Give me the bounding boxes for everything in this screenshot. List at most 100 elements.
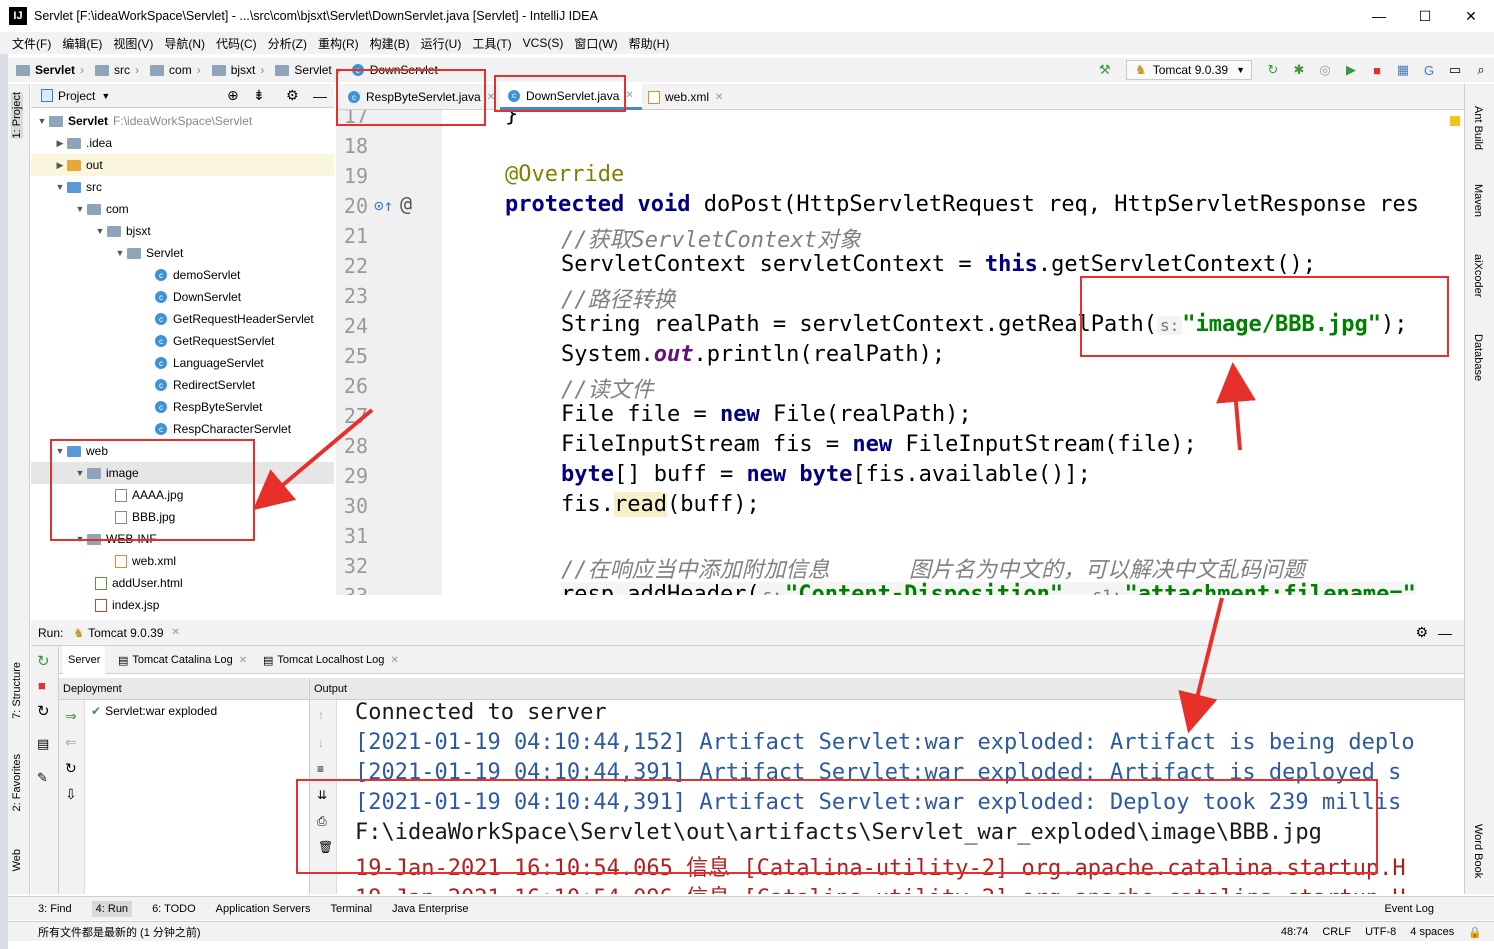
undeploy-icon[interactable]: ⇐ bbox=[65, 734, 77, 751]
deploy-icon[interactable]: ⇒ bbox=[65, 708, 77, 725]
locate-icon[interactable]: ⊕ bbox=[227, 87, 239, 104]
file-encoding[interactable]: UTF-8 bbox=[1365, 926, 1396, 938]
profile-icon[interactable]: ▶ bbox=[1343, 62, 1359, 78]
tool-maven[interactable]: Maven bbox=[1472, 184, 1484, 217]
menu-edit[interactable]: 编辑(E) bbox=[62, 35, 102, 52]
breadcrumb-com[interactable]: com › bbox=[150, 63, 206, 77]
subtab-catalina-log[interactable]: ▤ Tomcat Catalina Log ✕ bbox=[113, 646, 252, 674]
line-separator[interactable]: CRLF bbox=[1322, 926, 1351, 938]
tree-item-web-inf[interactable]: ▼ WEB-INF bbox=[31, 528, 334, 550]
tool-event-log[interactable]: Event Log bbox=[1384, 903, 1434, 915]
tree-item-servlet-pkg[interactable]: ▼ Servlet bbox=[31, 242, 334, 264]
tree-item-web[interactable]: ▼ web bbox=[31, 440, 334, 462]
menu-analyze[interactable]: 分析(Z) bbox=[268, 35, 307, 52]
tool-terminal[interactable]: Terminal bbox=[330, 903, 372, 915]
rerun-icon[interactable]: ↻ bbox=[1265, 62, 1281, 78]
subtab-localhost-log[interactable]: ▤ Tomcat Localhost Log ✕ bbox=[258, 646, 404, 674]
hide-panel-icon[interactable]: — bbox=[1438, 625, 1452, 641]
menu-navigate[interactable]: 导航(N) bbox=[164, 35, 205, 52]
tool-database[interactable]: Database bbox=[1472, 334, 1484, 381]
tree-item-adduser-html[interactable]: addUser.html bbox=[31, 572, 334, 594]
translate-icon[interactable]: G bbox=[1421, 62, 1437, 78]
close-tab-icon[interactable]: ✕ bbox=[239, 655, 247, 666]
print-icon[interactable]: ⎙ bbox=[317, 814, 327, 829]
close-tab-icon[interactable]: ✕ bbox=[390, 655, 398, 666]
tool-run[interactable]: 4: Run bbox=[91, 900, 133, 917]
tree-item-getrequestheaderservlet[interactable]: c GetRequestHeaderServlet bbox=[31, 308, 334, 330]
menu-help[interactable]: 帮助(H) bbox=[629, 35, 670, 52]
breadcrumb-downservlet[interactable]: c DownServlet bbox=[351, 63, 438, 77]
breadcrumb-bjsxt[interactable]: bjsxt › bbox=[211, 63, 270, 77]
tree-item-bjsxt[interactable]: ▼ bjsxt bbox=[31, 220, 334, 242]
tree-item-web-xml[interactable]: web.xml bbox=[31, 550, 334, 572]
tool-project[interactable]: 1: Project bbox=[11, 92, 23, 139]
menu-view[interactable]: 视图(V) bbox=[113, 35, 153, 52]
hide-panel-icon[interactable]: — bbox=[313, 88, 327, 104]
menu-run[interactable]: 运行(U) bbox=[421, 35, 462, 52]
menu-build[interactable]: 构建(B) bbox=[370, 35, 410, 52]
artifact-icon[interactable]: ⇩ bbox=[65, 786, 77, 803]
menu-window[interactable]: 窗口(W) bbox=[574, 35, 617, 52]
scroll-to-end-icon[interactable]: ⇊ bbox=[317, 788, 327, 802]
close-tab-icon[interactable]: ✕ bbox=[487, 92, 495, 103]
tool-find[interactable]: 3: Find bbox=[38, 903, 72, 915]
tree-root[interactable]: ▼ Servlet F:\ideaWorkSpace\Servlet bbox=[31, 110, 334, 132]
console-output[interactable]: Connected to server [2021-01-19 04:10:44… bbox=[337, 700, 1464, 894]
tool-word-book[interactable]: Word Book bbox=[1472, 824, 1484, 878]
menu-code[interactable]: 代码(C) bbox=[216, 35, 257, 52]
tree-item-languageservlet[interactable]: c LanguageServlet bbox=[31, 352, 334, 374]
override-marker-icon[interactable]: ⊙↑ bbox=[374, 196, 393, 215]
tree-item-getrequestservlet[interactable]: c GetRequestServlet bbox=[31, 330, 334, 352]
tree-item-aaaa-jpg[interactable]: AAAA.jpg bbox=[31, 484, 334, 506]
gear-icon[interactable]: ⚙ bbox=[1415, 624, 1428, 641]
breadcrumb-src[interactable]: src › bbox=[95, 63, 144, 77]
breadcrumb-servlet[interactable]: Servlet › bbox=[275, 63, 345, 77]
tool-web[interactable]: Web bbox=[11, 849, 23, 871]
indent-setting[interactable]: 4 spaces bbox=[1410, 926, 1454, 938]
coverage-icon[interactable]: ◎ bbox=[1317, 62, 1333, 78]
chevron-down-icon[interactable]: ▼ bbox=[101, 91, 110, 101]
close-tab-icon[interactable]: ✕ bbox=[625, 90, 633, 101]
tool-aixcoder[interactable]: aiXcoder bbox=[1472, 254, 1484, 297]
refresh-icon[interactable]: ↻ bbox=[65, 760, 77, 777]
stop-icon[interactable]: ■ bbox=[1369, 62, 1385, 78]
tool-favorites[interactable]: 2: Favorites bbox=[11, 754, 23, 811]
tree-item-src[interactable]: ▼ src bbox=[31, 176, 334, 198]
menu-refactor[interactable]: 重构(R) bbox=[318, 35, 359, 52]
update-icon[interactable]: ↻ bbox=[37, 702, 50, 720]
project-structure-icon[interactable]: ▦ bbox=[1395, 62, 1411, 78]
pin-icon[interactable]: ✎ bbox=[37, 770, 48, 786]
tree-item-demoservlet[interactable]: c demoServlet bbox=[31, 264, 334, 286]
tree-item-image[interactable]: ▼ image bbox=[31, 462, 334, 484]
collapse-all-icon[interactable]: ⇟ bbox=[253, 87, 265, 104]
maximize-button[interactable]: ☐ bbox=[1402, 0, 1448, 32]
tab-respbyteservlet[interactable]: c RespByteServlet.java ✕ bbox=[340, 84, 503, 110]
project-view-select[interactable]: Project bbox=[58, 89, 95, 103]
scroll-down-icon[interactable]: ↓ bbox=[318, 736, 324, 750]
rerun-icon[interactable]: ↻ bbox=[37, 652, 50, 670]
debug-icon[interactable]: ✱ bbox=[1291, 62, 1307, 78]
stop-icon[interactable]: ■ bbox=[38, 678, 46, 693]
close-tab-icon[interactable]: ✕ bbox=[715, 92, 723, 103]
tool-ant-build[interactable]: Ant Build bbox=[1472, 106, 1484, 150]
tree-item-bbb-jpg[interactable]: BBB.jpg bbox=[31, 506, 334, 528]
tree-item-respcharacterservlet[interactable]: c RespCharacterServlet bbox=[31, 418, 334, 440]
deployment-item[interactable]: ✔ Servlet:war exploded bbox=[91, 704, 217, 718]
close-tab-icon[interactable]: ✕ bbox=[172, 627, 180, 638]
tree-item-redirectservlet[interactable]: c RedirectServlet bbox=[31, 374, 334, 396]
scroll-up-icon[interactable]: ↑ bbox=[318, 708, 324, 722]
tree-item-com[interactable]: ▼ com bbox=[31, 198, 334, 220]
code-editor[interactable]: } @Override protected void doPost(HttpSe… bbox=[442, 110, 1464, 595]
subtab-server[interactable]: Server bbox=[63, 646, 106, 674]
tool-structure[interactable]: 7: Structure bbox=[11, 662, 23, 719]
close-window-button[interactable]: ✕ bbox=[1448, 0, 1494, 32]
breadcrumb-project[interactable]: Servlet › bbox=[16, 63, 89, 77]
tab-downservlet[interactable]: c DownServlet.java ✕ bbox=[500, 84, 642, 110]
tab-web-xml[interactable]: web.xml ✕ bbox=[640, 84, 731, 110]
soft-wrap-icon[interactable]: ≡ bbox=[317, 762, 324, 776]
tree-item-downservlet[interactable]: c DownServlet bbox=[31, 286, 334, 308]
inspection-warning-icon[interactable] bbox=[1450, 116, 1460, 126]
tool-java-enterprise[interactable]: Java Enterprise bbox=[392, 903, 468, 915]
caret-position[interactable]: 48:74 bbox=[1281, 926, 1309, 938]
menu-vcs[interactable]: VCS(S) bbox=[523, 36, 564, 50]
